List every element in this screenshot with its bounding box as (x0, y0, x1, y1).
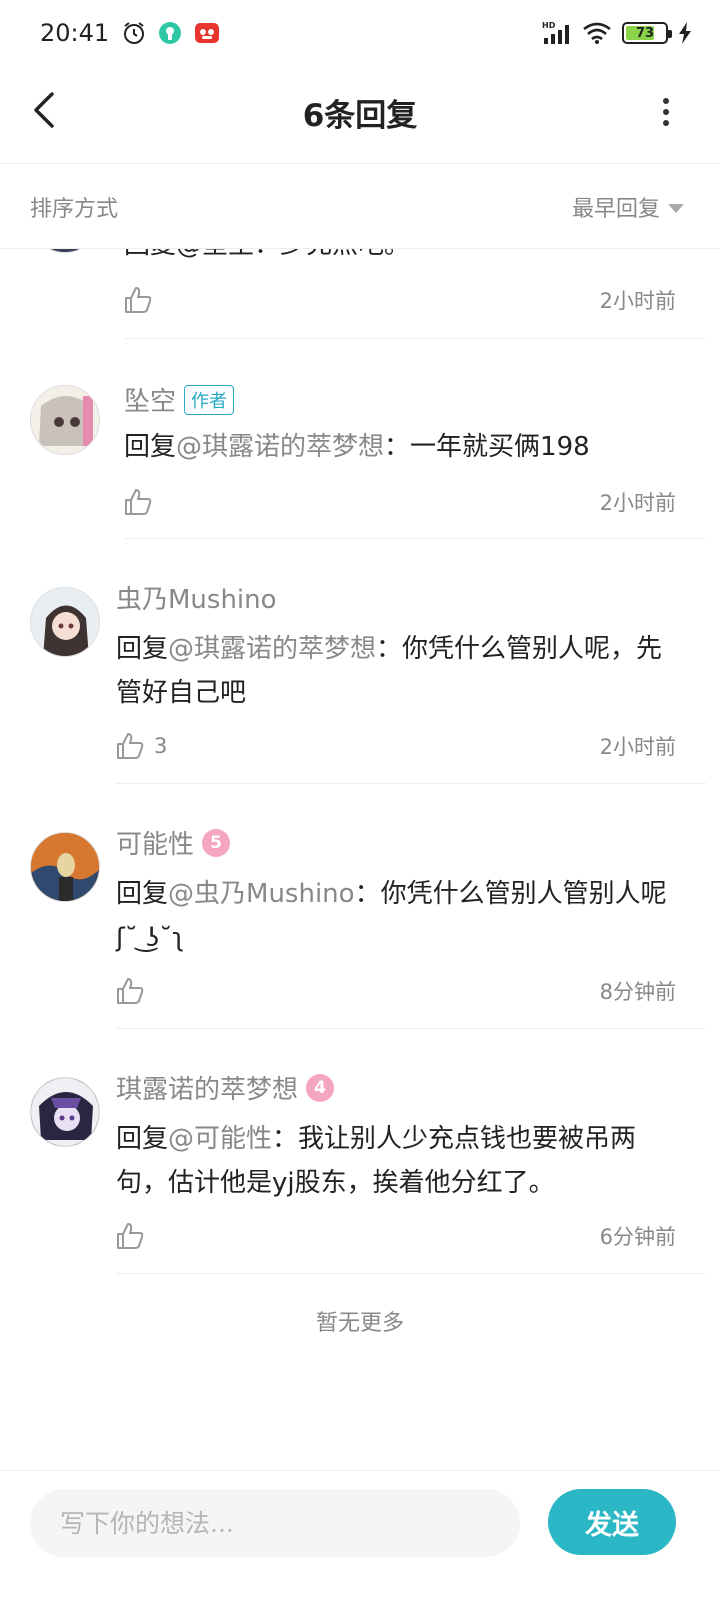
charging-icon (679, 22, 691, 44)
reply-time: 2小时前 (599, 289, 676, 313)
avatar[interactable] (30, 587, 100, 657)
username[interactable]: 虫乃Mushino (116, 579, 277, 616)
sort-dropdown[interactable]: 最早回复 (572, 191, 684, 223)
reply-content: 回复@可能性：我让别人少充点钱也要被吊两句，估计他是yj股东，挨着他分红了。 (116, 1117, 676, 1205)
reply-item: 坠空 作者 回复@琪露诺的萃梦想：一年就买俩198 2小时前 (0, 339, 720, 539)
comment-bar: 发送 (0, 1470, 720, 1600)
divider (116, 1273, 706, 1274)
reply-time: 8分钟前 (599, 980, 676, 1004)
username[interactable]: 可能性 (116, 824, 194, 861)
shopping-app-icon (195, 23, 220, 43)
reply-content: 回复@虫乃Mushino：你凭什么管别人管别人呢ʃ˘ ͜ʖ˘ʅ (116, 872, 676, 960)
avatar-illustration-icon (31, 833, 99, 901)
like-count: 3 (154, 734, 168, 758)
alarm-icon (124, 22, 145, 44)
sort-value: 最早回复 (571, 197, 660, 222)
username[interactable]: 坠空 (124, 381, 176, 418)
reply-meta (116, 974, 154, 1008)
thumbs-up-icon (125, 489, 152, 515)
cellular-signal-icon: HD (542, 21, 569, 44)
thumbs-up-icon (117, 733, 144, 759)
svg-text:HD: HD (542, 21, 556, 30)
reply-prefix: 回复 (116, 634, 169, 664)
reply-item: 琪露诺的萃梦想 4 回复@可能性：我让别人少充点钱也要被吊两句，估计他是yj股东… (0, 1029, 720, 1274)
username-row: 可能性 5 (116, 824, 231, 861)
more-dot-icon (663, 120, 669, 126)
send-button[interactable]: 发送 (548, 1489, 676, 1555)
wifi-icon (583, 22, 611, 44)
avatar-illustration-icon (31, 588, 99, 656)
like-button[interactable]: 3 (116, 732, 167, 760)
reply-content: 回复@琪露诺的萃梦想：你凭什么管别人呢，先管好自己吧 (116, 627, 676, 715)
thumbs-up-icon (125, 287, 152, 313)
more-dot-icon (663, 98, 669, 104)
mention-link[interactable]: @琪露诺的萃梦想 (176, 432, 384, 462)
like-button[interactable] (116, 977, 154, 1005)
status-time: 20:41 (40, 19, 110, 47)
reply-item-partial: 回复@堂主：少充点吧。 2小时前 (0, 249, 720, 339)
reply-item: 可能性 5 回复@虫乃Mushino：你凭什么管别人管别人呢ʃ˘ ͜ʖ˘ʅ 8分… (0, 784, 720, 1029)
page-title: 6条回复 (302, 98, 418, 134)
username[interactable]: 琪露诺的萃梦想 (116, 1069, 298, 1106)
sort-bar: 排序方式 最早回复 (0, 165, 720, 249)
level-badge: 5 (202, 828, 231, 857)
battery-cap (668, 30, 672, 38)
reply-meta (116, 1219, 154, 1253)
like-button[interactable] (116, 1222, 154, 1250)
username-row: 坠空 作者 (124, 381, 235, 418)
comment-input[interactable] (30, 1489, 520, 1557)
reply-content: 回复@堂主：少充点吧。 (124, 249, 684, 267)
more-options-button[interactable] (658, 92, 674, 132)
reply-item: 虫乃Mushino 回复@琪露诺的萃梦想：你凭什么管别人呢，先管好自己吧 3 2… (0, 539, 720, 784)
status-system-icons: HD 73 (542, 20, 692, 46)
avatar-illustration-icon (31, 386, 99, 454)
reply-meta: 3 (116, 729, 167, 763)
avatar[interactable] (30, 1077, 100, 1147)
reply-time: 2小时前 (599, 735, 676, 759)
reply-prefix: 回复 (116, 879, 169, 909)
thumbs-up-icon (117, 1223, 144, 1249)
mention-link[interactable]: @虫乃Mushino (168, 879, 355, 909)
no-more-text: 暂无更多 (315, 1311, 404, 1336)
like-button[interactable] (124, 488, 162, 516)
avatar[interactable] (30, 832, 100, 902)
mention-link[interactable]: @琪露诺的萃梦想 (168, 634, 376, 664)
reply-time: 6分钟前 (599, 1225, 676, 1249)
like-button[interactable] (124, 286, 152, 314)
reply-meta (124, 485, 162, 519)
username-row: 虫乃Mushino (116, 579, 277, 616)
level-badge: 4 (306, 1073, 335, 1102)
reply-text: ：一年就买俩198 (384, 432, 590, 462)
reply-prefix: 回复 (124, 432, 177, 462)
reply-time: 2小时前 (599, 491, 676, 515)
reply-prefix: 回复 (116, 1124, 169, 1154)
sort-label: 排序方式 (30, 197, 119, 222)
thumbs-up-icon (117, 978, 144, 1004)
avatar[interactable] (30, 249, 100, 253)
author-badge: 作者 (184, 384, 235, 415)
app-notification-icon (159, 22, 182, 44)
avatar[interactable] (30, 385, 100, 455)
reply-list[interactable]: 回复@堂主：少充点吧。 2小时前 坠空 作者 回复@ (0, 249, 720, 1329)
status-notification-icons (121, 20, 221, 46)
more-dot-icon (663, 109, 669, 115)
battery-level: 73 (635, 25, 655, 41)
caret-down-icon (668, 203, 684, 213)
avatar-illustration-icon (31, 1078, 99, 1146)
username-row: 琪露诺的萃梦想 4 (116, 1069, 335, 1106)
top-navigation-bar: 6条回复 (0, 66, 720, 164)
battery-icon: 73 (622, 22, 672, 44)
reply-meta (124, 283, 152, 317)
status-bar: 20:41 HD 73 (0, 0, 720, 66)
mention-link[interactable]: @可能性 (168, 1124, 272, 1154)
reply-content: 回复@琪露诺的萃梦想：一年就买俩198 (124, 425, 684, 469)
